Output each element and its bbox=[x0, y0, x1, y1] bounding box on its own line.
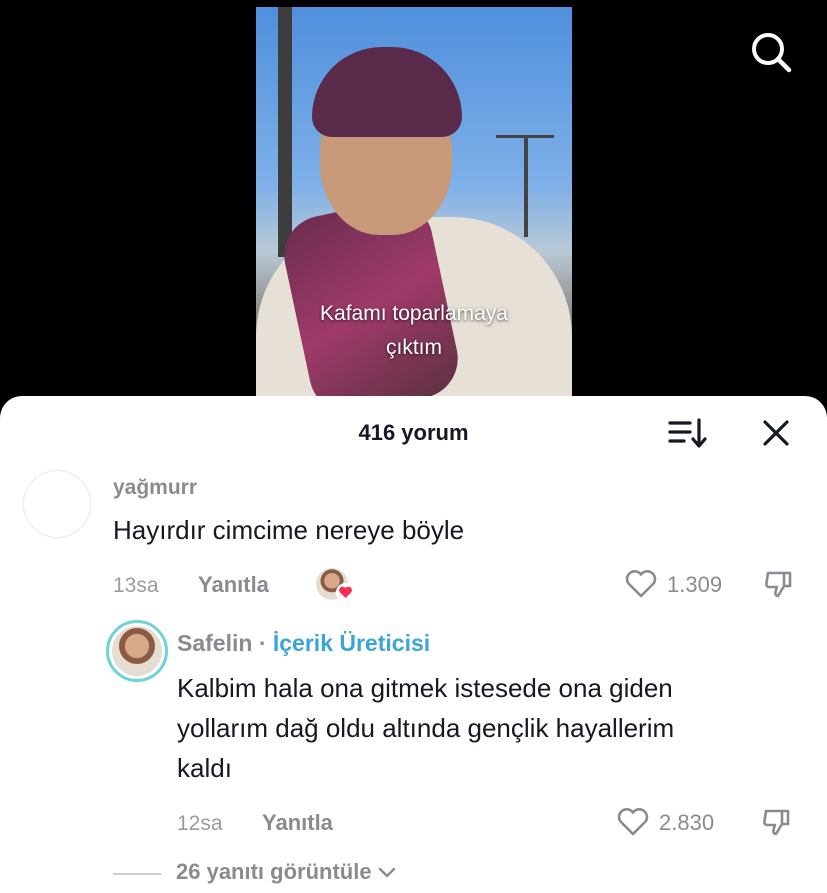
reply-text-line-2: yollarım dağ oldu altında gençlik hayall… bbox=[177, 713, 675, 743]
reply-text-line-3: kaldı bbox=[177, 753, 232, 783]
close-icon[interactable] bbox=[761, 418, 791, 448]
caption-line-2: çıktım bbox=[386, 336, 442, 359]
like-count: 1.309 bbox=[667, 572, 723, 597]
reply-time: 12sa bbox=[177, 812, 223, 835]
caption-line-1: Kafamı toparlamaya bbox=[320, 302, 508, 325]
person-hat bbox=[312, 47, 462, 137]
video-caption: Kafamı toparlamaya çıktım bbox=[256, 297, 572, 365]
reply-button[interactable]: Yanıtla bbox=[262, 810, 333, 836]
search-icon[interactable] bbox=[749, 30, 793, 74]
comment-username[interactable]: yağmurr bbox=[113, 476, 197, 500]
creator-avatar[interactable] bbox=[106, 620, 168, 682]
view-replies-button[interactable]: 26 yanıtı görüntüle bbox=[176, 859, 396, 885]
creator-username[interactable]: Safelin bbox=[177, 630, 252, 656]
dislike-icon[interactable] bbox=[761, 806, 793, 838]
reply-button[interactable]: Yanıtla bbox=[198, 572, 269, 598]
view-replies-label: 26 yanıtı görüntüle bbox=[176, 859, 372, 884]
view-replies-divider bbox=[113, 873, 161, 875]
reply-text-line-1: Kalbim hala ona gitmek istesede ona gide… bbox=[177, 673, 673, 703]
like-heart-icon[interactable] bbox=[624, 569, 658, 599]
creator-username-line: Safelin · İçerik Üreticisi bbox=[177, 630, 430, 657]
creator-avatar-image bbox=[112, 626, 162, 676]
like-count: 2.830 bbox=[659, 810, 715, 835]
comment-text: Hayırdır cimcime nereye böyle bbox=[113, 515, 465, 545]
sort-icon[interactable] bbox=[668, 416, 708, 450]
creator-liked-heart-icon bbox=[336, 583, 355, 602]
username-separator: · bbox=[258, 630, 267, 656]
creator-badge: İçerik Üreticisi bbox=[272, 630, 431, 656]
background-streetlight bbox=[524, 137, 528, 237]
reply-text: Kalbim hala ona gitmek istesede ona gide… bbox=[177, 668, 674, 788]
commenter-avatar[interactable] bbox=[23, 470, 91, 538]
dislike-icon[interactable] bbox=[763, 568, 795, 600]
chevron-down-icon bbox=[378, 867, 395, 878]
video-preview[interactable]: Kafamı toparlamaya çıktım bbox=[256, 7, 572, 402]
like-heart-icon[interactable] bbox=[616, 807, 650, 837]
background-pole bbox=[278, 7, 292, 257]
comment-time: 13sa bbox=[113, 574, 159, 597]
